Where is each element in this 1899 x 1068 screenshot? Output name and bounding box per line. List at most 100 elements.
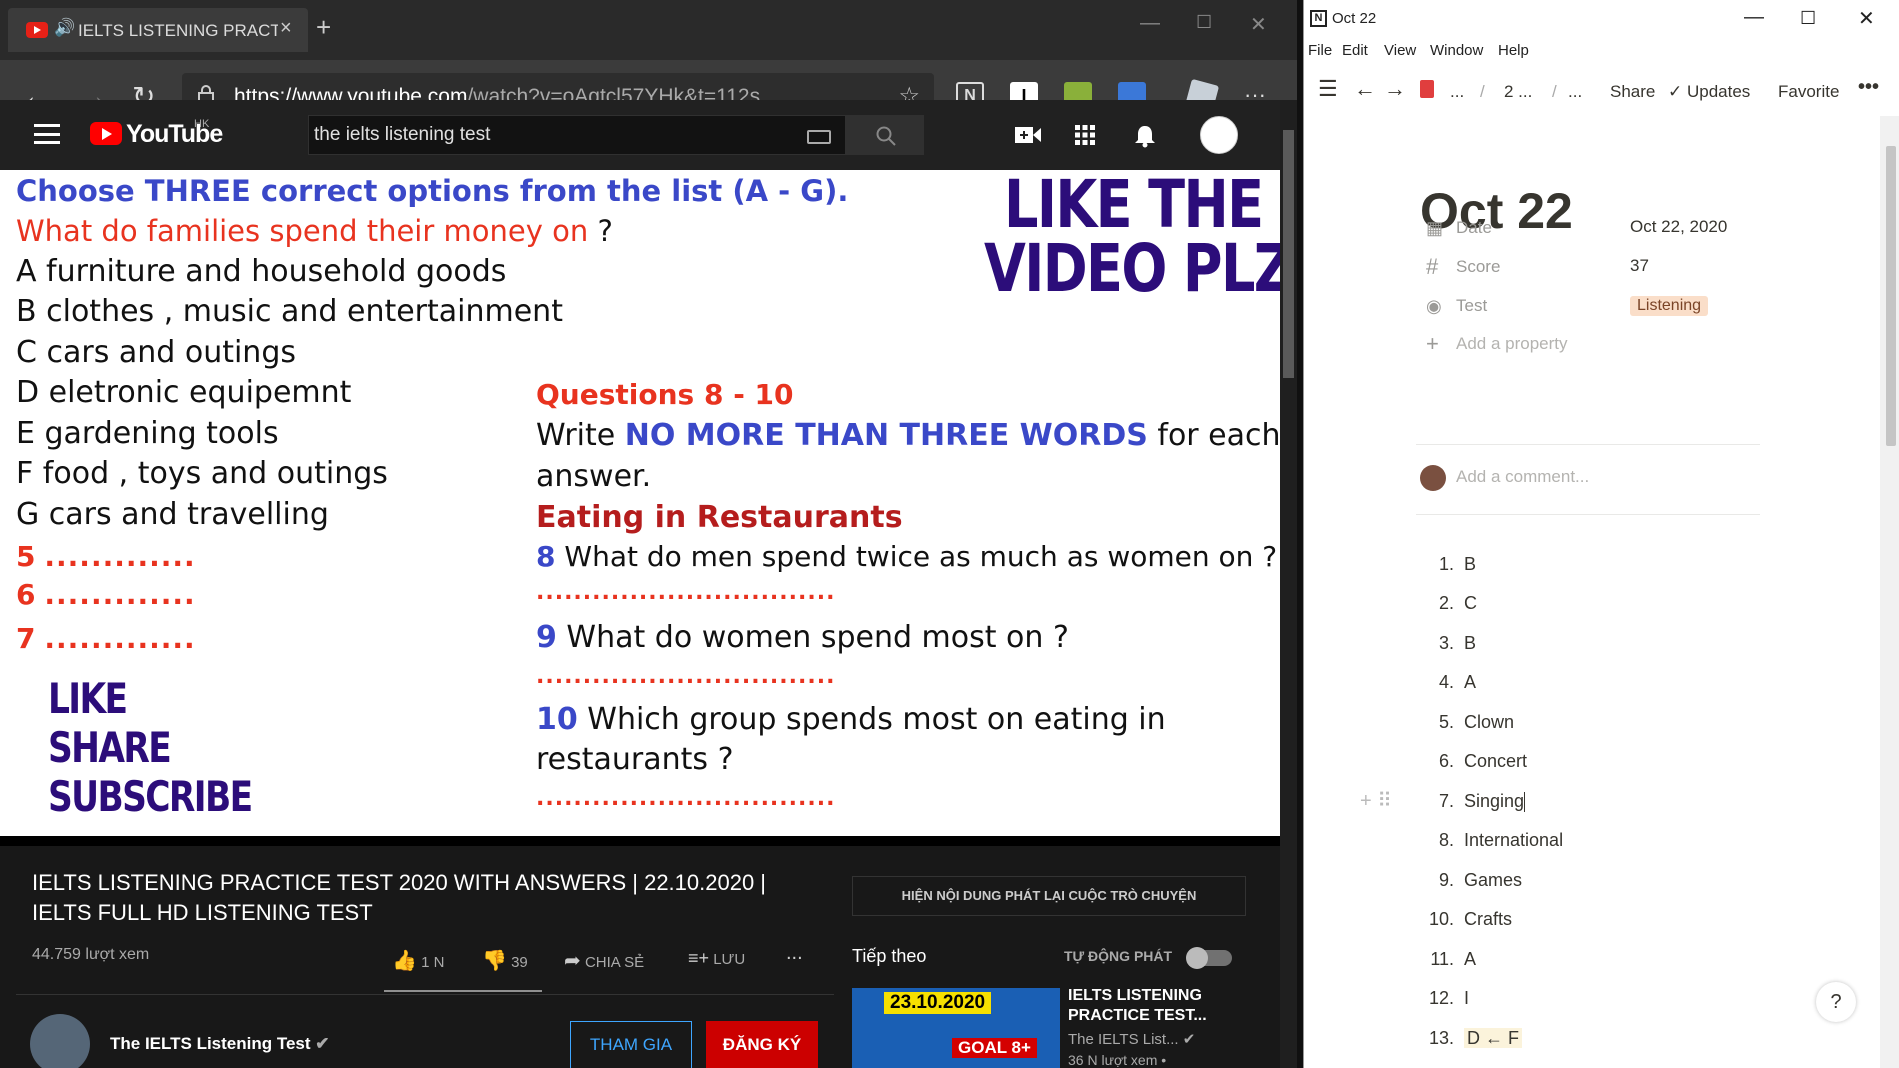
share-button[interactable]: Share xyxy=(1610,82,1655,102)
next-video-channel: The IELTS List... ✔ xyxy=(1068,1031,1196,1048)
option-c: C cars and outings xyxy=(16,335,296,370)
list-item[interactable]: 13. D ← F xyxy=(1422,1028,1522,1049)
option-a: A furniture and household goods xyxy=(16,254,507,289)
view-count: 44.759 lượt xem xyxy=(32,946,150,963)
list-item[interactable]: 9. Games xyxy=(1422,870,1522,891)
list-item[interactable]: 4. A xyxy=(1422,672,1476,693)
help-button[interactable]: ? xyxy=(1816,982,1856,1022)
breadcrumb-2[interactable]: 2 ... xyxy=(1504,82,1532,102)
breadcrumb-3[interactable]: ... xyxy=(1568,82,1582,102)
property-test-tag[interactable]: Listening xyxy=(1630,296,1709,316)
channel-name[interactable]: The IELTS Listening Test ✔ xyxy=(110,1034,330,1054)
property-date-value[interactable]: Oct 22, 2020 xyxy=(1630,217,1727,237)
thumbnail-date: 23.10.2020 xyxy=(884,992,992,1014)
menu-help[interactable]: Help xyxy=(1498,42,1529,59)
share-button[interactable]: ➦ CHIA SẺ xyxy=(564,948,644,973)
notion-scrollbar[interactable] xyxy=(1880,116,1899,1068)
like-button[interactable]: 👍 1 N xyxy=(392,948,444,973)
close-window-icon[interactable]: ✕ xyxy=(1250,12,1267,37)
text-cursor xyxy=(1524,792,1526,813)
page-book-icon[interactable] xyxy=(1420,80,1434,98)
scrollbar-thumb[interactable] xyxy=(1283,130,1294,378)
property-score[interactable]: # Score xyxy=(1420,253,1740,283)
block-drag-handle-icon[interactable]: + ⠿ xyxy=(1360,788,1392,813)
answer-blank-7: 7 ............. xyxy=(16,622,196,655)
close-tab-icon[interactable]: × xyxy=(280,17,292,40)
search-query: the ielts listening test xyxy=(314,124,491,145)
save-button[interactable]: ≡+ LƯU xyxy=(688,948,745,969)
new-tab-plus-icon[interactable]: + xyxy=(316,14,331,40)
thumbs-up-icon: 👍 xyxy=(392,950,417,972)
breadcrumb-1[interactable]: ... xyxy=(1450,82,1464,102)
more-actions-button[interactable]: ... xyxy=(786,942,803,965)
subscribe-button[interactable]: ĐĂNG KÝ xyxy=(706,1021,818,1068)
menu-window[interactable]: Window xyxy=(1430,42,1483,59)
video-player[interactable]: Choose THREE correct options from the li… xyxy=(0,170,1280,836)
sidebar-toggle-icon[interactable]: ☰ xyxy=(1318,76,1338,102)
menu-bar: File Edit View Window Help xyxy=(1304,38,1899,64)
verified-check-icon: ✔ xyxy=(1182,1031,1196,1048)
more-options-icon[interactable]: ••• xyxy=(1858,76,1879,99)
minimize-icon[interactable]: — xyxy=(1744,6,1764,29)
list-item[interactable]: 10. Crafts xyxy=(1422,909,1512,930)
list-item[interactable]: 8. International xyxy=(1422,830,1563,851)
favorite-button[interactable]: Favorite xyxy=(1778,82,1839,102)
search-input[interactable]: the ielts listening test xyxy=(308,115,846,155)
close-window-icon[interactable]: ✕ xyxy=(1858,6,1875,31)
apps-grid-icon[interactable] xyxy=(1074,124,1096,146)
add-property-button[interactable]: + Add a property xyxy=(1420,330,1740,360)
notifications-bell-icon[interactable] xyxy=(1134,124,1156,148)
youtube-logo-icon[interactable] xyxy=(90,122,122,145)
maximize-icon[interactable]: ☐ xyxy=(1196,12,1212,33)
browser-tab[interactable]: 🔊 IELTS LISTENING PRACTICE × xyxy=(8,8,308,52)
forward-icon[interactable]: → xyxy=(1384,76,1406,102)
keyboard-icon[interactable] xyxy=(807,130,831,144)
back-icon[interactable]: ← xyxy=(1354,76,1376,102)
search-button[interactable] xyxy=(846,115,924,155)
minimize-icon[interactable]: — xyxy=(1140,12,1160,35)
maximize-icon[interactable]: ☐ xyxy=(1800,8,1816,29)
dislike-button[interactable]: 👎 39 xyxy=(482,948,528,973)
list-item[interactable]: 5. Clown xyxy=(1422,712,1514,733)
updates-button[interactable]: ✓ Updates xyxy=(1668,82,1750,102)
next-video-thumbnail[interactable]: 23.10.2020 GOAL 8+ xyxy=(852,988,1060,1068)
menu-file[interactable]: File xyxy=(1308,42,1332,59)
list-item[interactable]: 3. B xyxy=(1422,633,1476,654)
option-f: F food , toys and outings xyxy=(16,456,388,491)
comment-input[interactable]: Add a comment... xyxy=(1456,467,1589,487)
scrollbar-thumb[interactable] xyxy=(1886,146,1896,446)
next-video-title[interactable]: IELTS LISTENING PRACTICE TEST... xyxy=(1068,986,1228,1026)
question-8: 8 What do men spend twice as much as wom… xyxy=(536,540,1278,573)
comment-avatar xyxy=(1420,465,1446,491)
list-item[interactable]: 6. Concert xyxy=(1422,751,1527,772)
video-title: IELTS LISTENING PRACTICE TEST 2020 WITH … xyxy=(32,870,767,925)
list-item[interactable]: 7. Singing xyxy=(1422,791,1526,813)
browser-window: 🔊 IELTS LISTENING PRACTICE × + — ☐ ✕ ← →… xyxy=(0,0,1297,1068)
page-scrollbar[interactable] xyxy=(1280,100,1297,1068)
plus-icon: + xyxy=(1426,331,1439,356)
like-text: LIKE xyxy=(48,674,128,723)
breadcrumb-sep: / xyxy=(1480,82,1485,101)
user-avatar[interactable] xyxy=(1200,116,1238,154)
create-video-icon[interactable] xyxy=(1014,124,1042,146)
property-score-value[interactable]: 37 xyxy=(1630,256,1649,276)
list-item[interactable]: 12. I xyxy=(1422,988,1469,1009)
join-button[interactable]: THAM GIA xyxy=(570,1021,692,1068)
list-item[interactable]: 11. A xyxy=(1422,949,1476,970)
eating-heading: Eating in Restaurants xyxy=(536,500,903,535)
hamburger-menu-icon[interactable] xyxy=(34,124,60,144)
up-next-label: Tiếp theo xyxy=(852,946,927,966)
autoplay-toggle[interactable] xyxy=(1186,947,1232,969)
divider xyxy=(16,994,834,995)
option-e: E gardening tools xyxy=(16,416,279,451)
notion-logo-icon: N xyxy=(1310,10,1327,27)
calendar-icon: ▦ xyxy=(1426,218,1444,238)
question-9: 9 What do women spend most on ? xyxy=(536,620,1069,655)
menu-view[interactable]: View xyxy=(1384,42,1416,59)
channel-avatar[interactable] xyxy=(30,1014,90,1068)
list-item[interactable]: 1. B xyxy=(1422,554,1476,575)
list-item[interactable]: 2. C xyxy=(1422,593,1477,614)
menu-edit[interactable]: Edit xyxy=(1342,42,1368,59)
speaker-icon[interactable]: 🔊 xyxy=(54,18,75,38)
show-chat-replay-button[interactable]: HIỆN NỘI DUNG PHÁT LẠI CUỘC TRÒ CHUYỆN xyxy=(852,876,1246,916)
